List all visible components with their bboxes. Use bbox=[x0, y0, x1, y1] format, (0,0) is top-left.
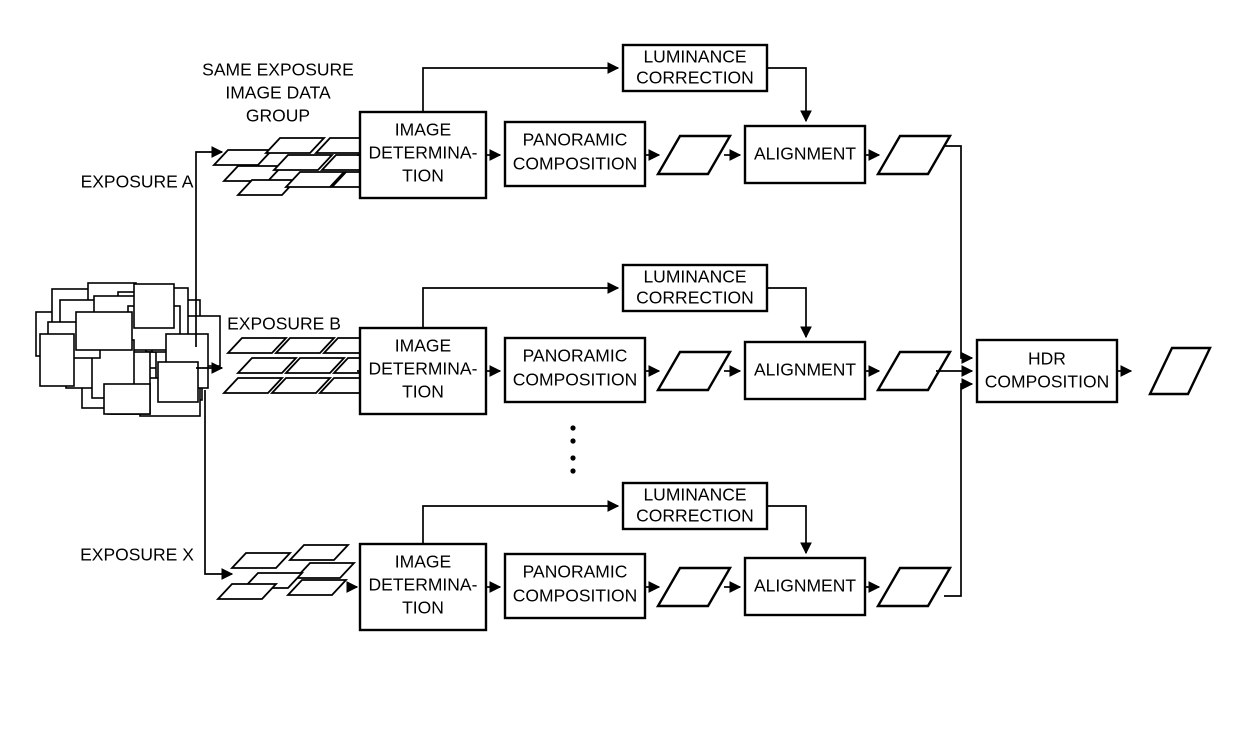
image-determination-label-a-line2: DETERMINA- bbox=[369, 143, 478, 163]
output-image-a bbox=[875, 134, 953, 176]
connector-image-determination-x-to-luminance bbox=[422, 500, 620, 544]
panoramic-composition-label-a-line2: COMPOSITION bbox=[513, 154, 637, 174]
panoramic-composition-label-a-line1: PANORAMIC bbox=[523, 130, 628, 150]
image-determination-label-x-line2: DETERMINA- bbox=[369, 575, 478, 595]
row-exposure-a: SAME EXPOSURE IMAGE DATA GROUP EXPOSURE … bbox=[81, 43, 974, 364]
luminance-correction-label-a-line1: LUMINANCE bbox=[643, 47, 746, 67]
alignment-label-b: ALIGNMENT bbox=[754, 360, 856, 380]
row-exposure-b: EXPOSURE B IMAGE DETERMINA- TION LUMINAN… bbox=[221, 263, 974, 416]
exposure-x-label: EXPOSURE X bbox=[80, 545, 194, 565]
image-determination-label-b-line2: DETERMINA- bbox=[369, 359, 478, 379]
panoramic-composition-label-x-line1: PANORAMIC bbox=[523, 562, 628, 582]
connector-image-determination-b-to-luminance bbox=[422, 282, 620, 328]
connector-output-x-to-hdr bbox=[944, 378, 974, 597]
connector-luminance-b-to-alignment bbox=[767, 287, 812, 339]
panoramic-composition-label-b-line1: PANORAMIC bbox=[523, 346, 628, 366]
exposure-b-label: EXPOSURE B bbox=[227, 314, 341, 334]
source-image-cluster bbox=[35, 282, 221, 417]
connector-luminance-a-to-alignment bbox=[767, 67, 812, 123]
alignment-label-a: ALIGNMENT bbox=[754, 144, 856, 164]
image-determination-label-b-line1: IMAGE bbox=[395, 336, 451, 356]
image-determination-label-a-line3: TION bbox=[402, 166, 444, 186]
output-image-x bbox=[875, 566, 953, 608]
hdr-composition-group: HDR COMPOSITION bbox=[975, 338, 1212, 404]
luminance-correction-label-a-line2: CORRECTION bbox=[636, 68, 754, 88]
panoramic-composition-label-x-line2: COMPOSITION bbox=[513, 586, 637, 606]
row-exposure-x: EXPOSURE X IMAGE DETERMINA- TION LUMINAN… bbox=[80, 378, 974, 632]
hdr-composition-label-line2: COMPOSITION bbox=[985, 372, 1109, 392]
flow-diagram: SAME EXPOSURE IMAGE DATA GROUP EXPOSURE … bbox=[35, 43, 1212, 632]
diagram-canvas: SAME EXPOSURE IMAGE DATA GROUP EXPOSURE … bbox=[0, 0, 1240, 741]
thumbnail-group-x bbox=[215, 544, 357, 600]
luminance-correction-label-b-line2: CORRECTION bbox=[636, 288, 754, 308]
exposure-a-label: EXPOSURE A bbox=[81, 172, 194, 192]
same-exposure-group-label-line3: GROUP bbox=[246, 106, 310, 126]
image-determination-label-x-line1: IMAGE bbox=[395, 552, 451, 572]
intermediate-image-b bbox=[655, 350, 733, 392]
alignment-label-x: ALIGNMENT bbox=[754, 576, 856, 596]
image-determination-label-a-line1: IMAGE bbox=[395, 120, 451, 140]
connector-image-determination-a-to-luminance bbox=[422, 62, 620, 112]
connector-output-a-to-hdr bbox=[944, 145, 974, 364]
connector-cluster-to-exposure-x bbox=[204, 390, 234, 580]
intermediate-image-x bbox=[655, 566, 733, 608]
same-exposure-group-label-line1: SAME EXPOSURE bbox=[202, 60, 354, 80]
intermediate-image-a bbox=[655, 134, 733, 176]
luminance-correction-label-b-line1: LUMINANCE bbox=[643, 267, 746, 287]
image-determination-label-b-line3: TION bbox=[402, 382, 444, 402]
panoramic-composition-label-b-line2: COMPOSITION bbox=[513, 370, 637, 390]
vertical-ellipsis bbox=[570, 425, 576, 474]
same-exposure-group-label-line2: IMAGE DATA bbox=[225, 83, 331, 103]
final-hdr-output-image bbox=[1148, 346, 1212, 396]
image-determination-label-x-line3: TION bbox=[402, 598, 444, 618]
connector-luminance-x-to-alignment bbox=[767, 505, 812, 555]
luminance-correction-label-x-line2: CORRECTION bbox=[636, 506, 754, 526]
luminance-correction-label-x-line1: LUMINANCE bbox=[643, 485, 746, 505]
hdr-composition-label-line1: HDR bbox=[1028, 349, 1066, 369]
